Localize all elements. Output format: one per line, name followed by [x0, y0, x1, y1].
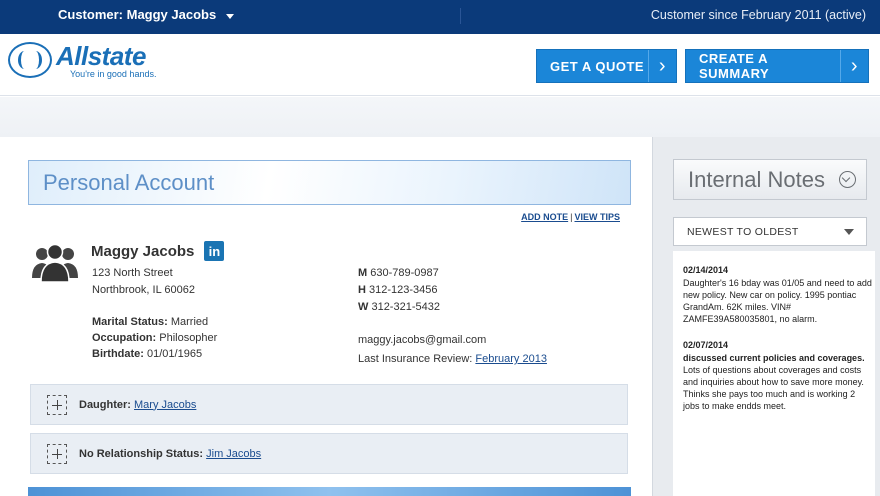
- logo-wordmark: Allstate: [56, 41, 146, 71]
- page-title: Personal Account: [43, 170, 215, 195]
- circle-chevron-down-icon[interactable]: [838, 171, 856, 188]
- internal-notes-header[interactable]: Internal Notes: [673, 159, 867, 200]
- relationship-row: Daughter: Mary Jacobs: [30, 384, 628, 425]
- hands-logo-icon: [8, 42, 52, 78]
- logo-tagline: You're in good hands.: [70, 69, 157, 79]
- work-phone: W 312-321-5432: [358, 301, 440, 313]
- relationship-link[interactable]: Jim Jacobs: [206, 448, 261, 460]
- view-tips-link[interactable]: VIEW TIPS: [574, 212, 620, 222]
- list-item: 02/14/2014 Daughter's 16 bday was 01/05 …: [683, 264, 873, 325]
- contact-details: maggy.jacobs@gmail.com Last Insurance Re…: [358, 331, 547, 369]
- main-content: Personal Account ADD NOTE | VIEW TIPS Magg…: [0, 137, 650, 496]
- header-band: [0, 97, 880, 137]
- note-date: 02/14/2014: [683, 265, 729, 275]
- caret-down-icon: [226, 13, 235, 19]
- triangle-down-icon: [844, 229, 854, 235]
- list-item: 02/07/2014 discussed current policies an…: [683, 339, 873, 412]
- customer-name-row: Maggy Jacobs in: [91, 241, 225, 261]
- last-review: Last Insurance Review: February 2013: [358, 353, 547, 365]
- customer-label: Customer: Maggy Jacobs: [58, 7, 217, 22]
- personal-account-header: Personal Account: [28, 160, 631, 205]
- create-summary-label: CREATE A SUMMARY: [699, 51, 770, 81]
- home-phone: H 312-123-3456: [358, 284, 438, 296]
- expand-plus-icon[interactable]: [47, 394, 67, 415]
- address-line: Northbrook, IL 60062: [92, 284, 195, 296]
- relationship-link[interactable]: Mary Jacobs: [134, 399, 196, 411]
- next-panel-header: [28, 487, 631, 496]
- note-date: 02/07/2014: [683, 340, 729, 350]
- header: Allstate You're in good hands. GET A QUO…: [0, 34, 880, 96]
- customer-since: Customer since February 2011 (active): [650, 8, 866, 22]
- address-line: 123 North Street: [92, 267, 173, 279]
- internal-notes-sidebar: Internal Notes NEWEST TO OLDEST 02/14/20…: [652, 137, 880, 496]
- allstate-logo[interactable]: Allstate You're in good hands.: [8, 42, 156, 79]
- relationship-row: No Relationship Status: Jim Jacobs: [30, 433, 628, 474]
- link-separator: |: [570, 212, 573, 222]
- last-review-link[interactable]: February 2013: [475, 353, 547, 365]
- chevron-right-icon: ›: [648, 50, 676, 82]
- note-text: Daughter's 16 bday was 01/05 and need to…: [683, 278, 872, 324]
- create-summary-button[interactable]: CREATE A SUMMARY ›: [685, 49, 869, 83]
- get-a-quote-button[interactable]: GET A QUOTE ›: [536, 49, 677, 83]
- people-icon: [32, 243, 78, 282]
- note-text: discussed current policies and coverages…: [683, 353, 865, 411]
- note-summary: discussed current policies and coverages…: [683, 353, 865, 363]
- marital-status: Marital Status: Married: [92, 316, 209, 328]
- phone-numbers: M 630-789-0987 H 312-123-3456 W 312-321-…: [358, 265, 440, 316]
- top-bar: Customer: Maggy Jacobs Customer since Fe…: [0, 0, 880, 34]
- internal-notes-title: Internal Notes: [688, 166, 825, 192]
- personal-details: Marital Status: Married Occupation: Phil…: [92, 314, 217, 362]
- account-links: ADD NOTE | VIEW TIPS: [521, 212, 620, 222]
- birthdate: Birthdate: 01/01/1965: [92, 348, 203, 360]
- get-a-quote-label: GET A QUOTE: [550, 58, 645, 74]
- topbar-divider: [460, 8, 461, 24]
- expand-plus-icon[interactable]: [47, 443, 67, 464]
- occupation: Occupation: Philosopher: [92, 332, 218, 344]
- relationship-label: No Relationship Status:: [79, 447, 204, 460]
- email: maggy.jacobs@gmail.com: [358, 334, 487, 346]
- address: 123 North Street Northbrook, IL 60062: [92, 265, 195, 299]
- add-note-link[interactable]: ADD NOTE: [521, 212, 568, 222]
- notes-list: 02/14/2014 Daughter's 16 bday was 01/05 …: [673, 251, 875, 496]
- chevron-right-icon: ›: [840, 50, 868, 82]
- sort-select[interactable]: NEWEST TO OLDEST: [673, 217, 867, 246]
- mobile-phone: M 630-789-0987: [358, 267, 439, 279]
- customer-dropdown[interactable]: Customer: Maggy Jacobs: [58, 0, 235, 30]
- relationship-label: Daughter:: [79, 398, 131, 411]
- customer-name: Maggy Jacobs: [91, 242, 195, 260]
- sort-value: NEWEST TO OLDEST: [687, 225, 799, 238]
- linkedin-icon[interactable]: in: [204, 241, 225, 261]
